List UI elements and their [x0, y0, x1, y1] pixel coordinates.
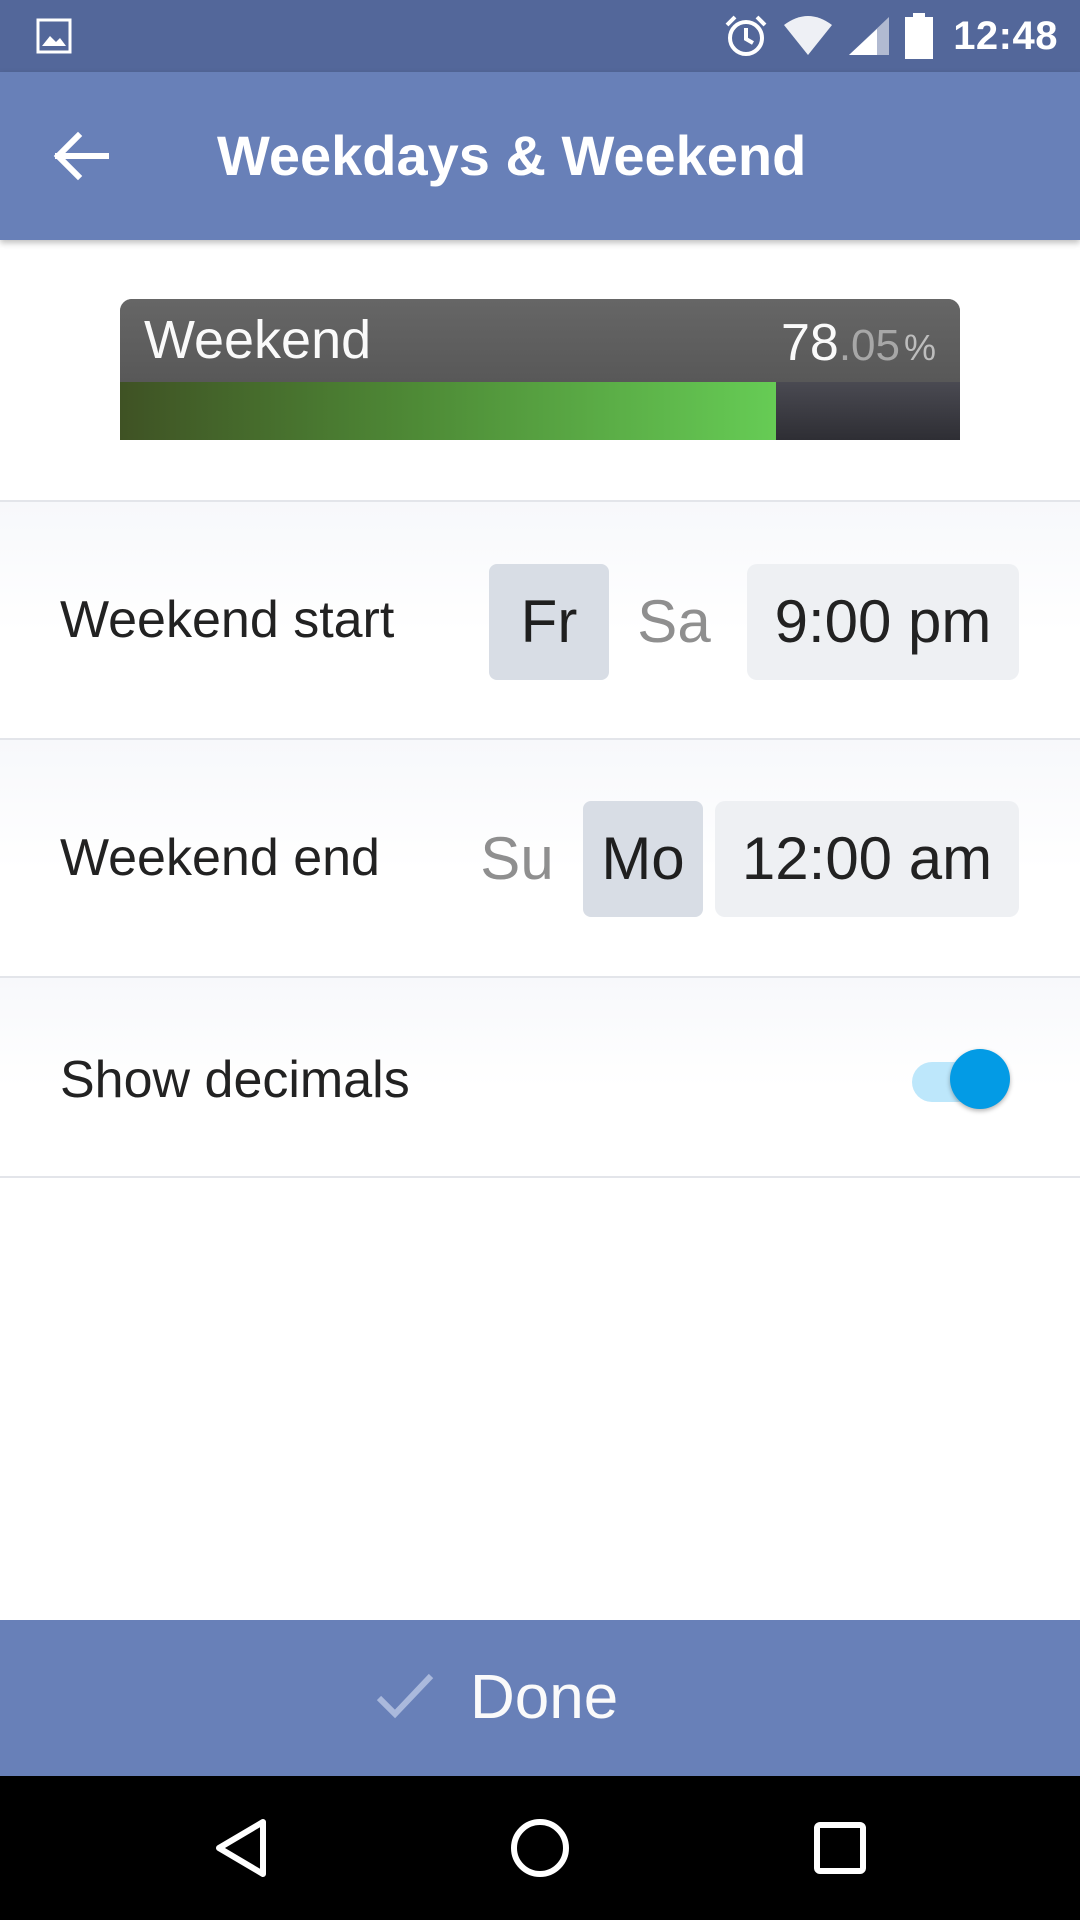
back-button[interactable] — [48, 124, 120, 188]
show-decimals-label: Show decimals — [60, 1051, 410, 1109]
nav-back-button[interactable] — [201, 1808, 281, 1888]
nav-home-button[interactable] — [500, 1808, 580, 1888]
done-button[interactable]: Done — [0, 1620, 1080, 1776]
progress-percent: 78.05% — [781, 313, 936, 373]
home-circle-icon — [511, 1819, 569, 1877]
navigation-bar — [0, 1776, 1080, 1920]
nav-recents-button[interactable] — [800, 1808, 880, 1888]
weekend-start-day-fr[interactable]: Fr — [489, 564, 609, 680]
weekend-end-day-su[interactable]: Su — [457, 801, 577, 917]
gallery-icon — [36, 18, 72, 54]
percent-symbol: % — [903, 327, 936, 368]
page-title: Weekdays & Weekend — [217, 124, 807, 187]
weekend-start-row: Weekend start Fr Sa 9:00 pm — [0, 502, 1080, 738]
toggle-thumb — [950, 1049, 1010, 1109]
percent-decimal: .05 — [838, 321, 900, 370]
weekend-end-day-mo[interactable]: Mo — [583, 801, 703, 917]
back-triangle-icon — [216, 1819, 266, 1877]
recents-square-icon — [814, 1822, 866, 1874]
percent-integer: 78 — [780, 314, 839, 372]
app-bar: Weekdays & Weekend — [0, 72, 1080, 240]
weekend-end-label: Weekend end — [60, 829, 380, 887]
alarm-icon — [725, 15, 767, 56]
progress-label: Weekend — [144, 310, 372, 370]
progress-track — [120, 382, 960, 440]
check-icon — [376, 1673, 434, 1719]
weekend-start-label: Weekend start — [60, 591, 395, 649]
done-label: Done — [470, 1663, 619, 1732]
weekend-progress-card: Weekend 78.05% — [120, 299, 960, 440]
weekend-end-row: Weekend end Su Mo 12:00 am — [0, 740, 1080, 976]
show-decimals-toggle[interactable] — [912, 1046, 1012, 1110]
status-bar: 12:48 — [0, 0, 1080, 72]
arrow-left-icon — [53, 131, 109, 181]
status-time: 12:48 — [953, 13, 1058, 58]
battery-icon — [905, 13, 934, 59]
weekend-start-time[interactable]: 9:00 pm — [747, 564, 1019, 680]
divider — [0, 1176, 1080, 1178]
weekend-end-time[interactable]: 12:00 am — [715, 801, 1019, 917]
weekend-start-day-sa[interactable]: Sa — [614, 564, 734, 680]
signal-icon — [849, 17, 890, 55]
progress-fill — [120, 382, 776, 440]
wifi-icon — [784, 16, 833, 55]
